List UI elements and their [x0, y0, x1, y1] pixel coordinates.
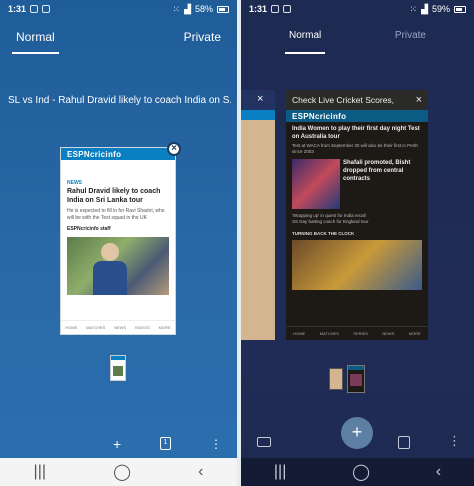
notification-icon: [271, 5, 280, 13]
article-headline[interactable]: Shafali promoted, Bisht dropped from cen…: [343, 159, 422, 209]
tab-normal[interactable]: Normal: [284, 24, 326, 54]
system-nav-bar: ||| ◯ ‹: [0, 458, 237, 486]
tab-thumbnail-selected[interactable]: [347, 365, 365, 393]
battery-percent: 58%: [194, 4, 213, 14]
battery-icon: [454, 5, 466, 13]
site-nav-news[interactable]: NEWS: [114, 325, 126, 330]
site-nav-matches[interactable]: MATCHES: [320, 331, 339, 336]
site-nav-home[interactable]: HOME: [293, 331, 305, 336]
notification-icon: [42, 5, 51, 13]
list-item[interactable]: SS Day batting coach for England tour: [286, 219, 428, 225]
tab-count-button[interactable]: 1: [160, 437, 171, 450]
back-button[interactable]: ‹: [436, 463, 441, 481]
notification-icon: [30, 5, 39, 13]
section-photo: [292, 240, 422, 290]
close-tab-icon[interactable]: ×: [416, 94, 422, 106]
article-photo: [292, 159, 340, 209]
article-byline: ESPNcricinfo staff: [67, 226, 111, 232]
tab-private[interactable]: Private: [184, 24, 221, 54]
notification-icon: [283, 5, 292, 13]
battery-icon: [217, 5, 229, 13]
status-time: 1:31: [249, 4, 268, 14]
site-logo: ESPNcricinfo: [286, 110, 428, 122]
new-tab-button[interactable]: +: [341, 417, 373, 449]
left-phone-screen: 1:31 ⁙ ▟ 58% Normal Private SL vs Ind - …: [0, 0, 237, 486]
article-tag: NEWS: [67, 180, 82, 186]
site-nav-videos[interactable]: VIDEOS: [135, 325, 150, 330]
tab-manager-actions: + 1 ⋮: [0, 434, 237, 454]
article-photo: [67, 237, 169, 295]
tab-preview-card[interactable]: ESPNcricinfo NEWS Rahul Dravid likely to…: [60, 147, 176, 335]
site-bottom-nav: HOME MATCHES SERIES NEWS MORE: [286, 326, 428, 340]
section-heading: TURNING BACK THE CLOCK: [292, 231, 355, 236]
tab-switcher-icon[interactable]: [398, 436, 410, 449]
status-time: 1:31: [8, 4, 27, 14]
status-bar: 1:31 ⁙ ▟ 58%: [0, 0, 237, 18]
site-nav-series[interactable]: SERIES: [353, 331, 368, 336]
site-nav-more[interactable]: MORE: [159, 325, 171, 330]
tab-private[interactable]: Private: [395, 24, 426, 54]
signal-icon: ▟: [421, 3, 428, 14]
status-bar: 1:31 ⁙ ▟ 59%: [241, 0, 474, 18]
signal-icon: ▟: [184, 3, 191, 14]
tab-card-title: Check Live Cricket Scores,: [292, 95, 395, 105]
desktop-view-icon[interactable]: [257, 437, 271, 447]
close-tab-icon[interactable]: ×: [257, 93, 263, 105]
more-options-icon[interactable]: ⋮: [210, 437, 222, 451]
site-logo: ESPNcricinfo: [61, 148, 175, 160]
tab-mode-switcher: Normal Private: [241, 24, 474, 54]
site-nav-home[interactable]: HOME: [65, 325, 77, 330]
system-nav-bar: ||| ◯ ‹: [241, 458, 474, 486]
wifi-icon: ⁙: [172, 3, 181, 14]
article-headline[interactable]: India Women to play their first day nigh…: [286, 125, 428, 141]
new-tab-button[interactable]: +: [113, 436, 121, 452]
tab-thumbnail[interactable]: [110, 355, 126, 381]
article-description: Test at WACA from September 30 will also…: [292, 143, 418, 154]
site-nav-matches[interactable]: MATCHES: [86, 325, 105, 330]
tab-headline[interactable]: SL vs Ind - Rahul Dravid likely to coach…: [8, 95, 231, 106]
tab-thumbnail[interactable]: [329, 368, 343, 390]
home-button[interactable]: ◯: [113, 462, 131, 482]
site-nav-more[interactable]: MORE: [409, 331, 421, 336]
article-description: He is expected to fill in for Ravi Shast…: [67, 208, 165, 221]
site-bottom-nav: HOME MATCHES NEWS VIDEOS MORE: [61, 320, 175, 334]
back-button[interactable]: ‹: [198, 463, 203, 481]
wifi-icon: ⁙: [409, 3, 418, 14]
article-title[interactable]: Rahul Dravid likely to coach India on Sr…: [61, 187, 175, 205]
close-tab-icon[interactable]: ×: [167, 142, 181, 156]
screenshot-pair: 1:31 ⁙ ▟ 58% Normal Private SL vs Ind - …: [0, 0, 474, 486]
more-options-icon[interactable]: ⋮: [448, 433, 461, 449]
previous-tab-card[interactable]: [241, 90, 275, 340]
site-nav-news[interactable]: NEWS: [382, 331, 394, 336]
recent-apps-button[interactable]: |||: [34, 463, 46, 481]
battery-percent: 59%: [431, 4, 450, 14]
tab-card-header: Check Live Cricket Scores, ×: [286, 90, 428, 110]
tab-preview-card[interactable]: Check Live Cricket Scores, × ESPNcricinf…: [286, 90, 428, 340]
tab-normal[interactable]: Normal: [12, 24, 59, 54]
tab-mode-switcher: Normal Private: [0, 24, 237, 54]
right-phone-screen: 1:31 ⁙ ▟ 59% Normal Private × Check Live…: [241, 0, 474, 486]
home-button[interactable]: ◯: [352, 462, 370, 482]
recent-apps-button[interactable]: |||: [274, 463, 286, 481]
